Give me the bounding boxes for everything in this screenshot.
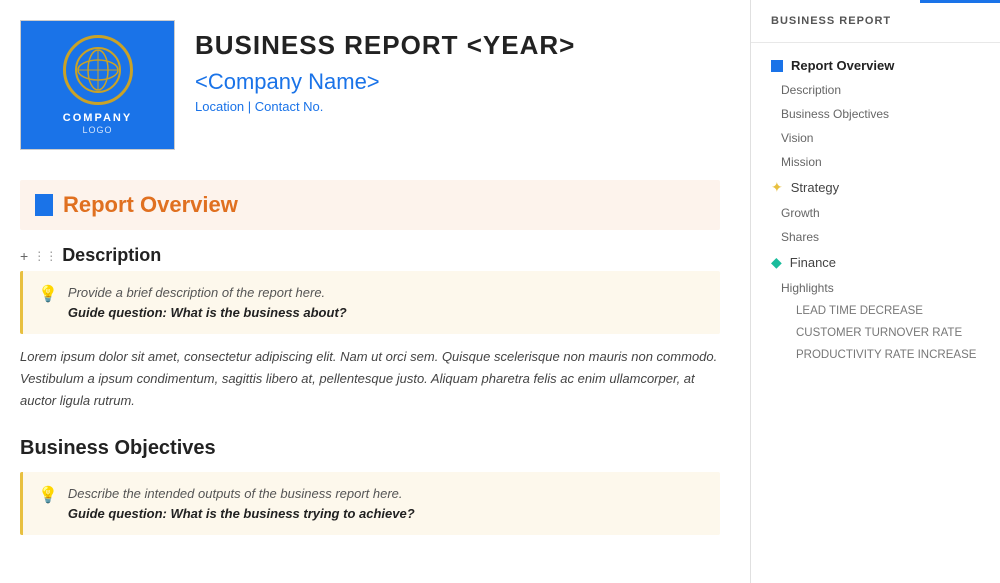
objectives-hint-box: 💡 Describe the intended outputs of the b…	[20, 472, 720, 535]
sidebar-item-vision[interactable]: Vision	[751, 126, 1000, 150]
company-location: Location | Contact No.	[195, 99, 575, 114]
bulb-icon-2: 💡	[38, 485, 58, 505]
strategy-nav-icon: ✦	[771, 179, 783, 196]
top-accent-border	[920, 0, 1000, 3]
sidebar-title: BUSINESS REPORT	[751, 15, 1000, 43]
drag-handle[interactable]: ⋮⋮	[33, 249, 57, 263]
logo-company-text: COMPANY	[63, 111, 132, 125]
sidebar-label-shares: Shares	[781, 230, 819, 244]
sidebar-item-productivity[interactable]: PRODUCTIVITY RATE INCREASE	[751, 344, 1000, 366]
header-info: BUSINESS REPORT <YEAR> <Company Name> Lo…	[195, 20, 575, 114]
report-title: BUSINESS REPORT <YEAR>	[195, 30, 575, 61]
sidebar-item-strategy[interactable]: ✦ Strategy	[751, 174, 1000, 201]
hint-line1: Provide a brief description of the repor…	[68, 283, 347, 303]
sidebar-item-report-overview[interactable]: Report Overview	[751, 53, 1000, 78]
sidebar-item-finance[interactable]: ◆ Finance	[751, 249, 1000, 276]
bulb-icon: 💡	[38, 284, 58, 304]
sidebar-label-business-objectives: Business Objectives	[781, 107, 889, 121]
sidebar-label-description: Description	[781, 83, 841, 97]
objectives-hint-content: 💡 Describe the intended outputs of the b…	[38, 484, 705, 523]
report-overview-header: Report Overview	[20, 180, 720, 230]
sidebar-label-highlights: Highlights	[781, 281, 834, 295]
sidebar-label-growth: Growth	[781, 206, 820, 220]
sidebar-item-shares[interactable]: Shares	[751, 225, 1000, 249]
company-logo: COMPANY LOGO	[20, 20, 175, 150]
sidebar-item-mission[interactable]: Mission	[751, 150, 1000, 174]
sidebar-item-lead-time[interactable]: LEAD TIME DECREASE	[751, 300, 1000, 322]
description-heading: Description	[62, 245, 161, 266]
sidebar-label-report-overview: Report Overview	[791, 58, 894, 73]
sidebar-label-finance: Finance	[790, 255, 836, 270]
sidebar-label-lead-time: LEAD TIME DECREASE	[796, 305, 923, 317]
description-hint-box: 💡 Provide a brief description of the rep…	[20, 271, 720, 334]
main-content: COMPANY LOGO BUSINESS REPORT <YEAR> <Com…	[0, 0, 750, 583]
sidebar-label-vision: Vision	[781, 131, 813, 145]
logo-circle	[63, 35, 133, 105]
logo-svg	[73, 45, 123, 95]
objectives-block: Business Objectives 💡 Describe the inten…	[20, 437, 720, 535]
sidebar-item-growth[interactable]: Growth	[751, 201, 1000, 225]
hint-content: 💡 Provide a brief description of the rep…	[38, 283, 705, 322]
finance-nav-icon: ◆	[771, 254, 782, 271]
sidebar-label-customer-turnover: CUSTOMER TURNOVER RATE	[796, 327, 962, 339]
objectives-hint-line1: Describe the intended outputs of the bus…	[68, 484, 415, 504]
sidebar: BUSINESS REPORT Report Overview Descript…	[750, 0, 1000, 583]
objectives-hint-text-wrapper: Describe the intended outputs of the bus…	[68, 484, 415, 523]
company-name: <Company Name>	[195, 69, 575, 95]
sidebar-label-productivity: PRODUCTIVITY RATE INCREASE	[796, 349, 976, 361]
sidebar-item-highlights[interactable]: Highlights	[751, 276, 1000, 300]
objectives-heading: Business Objectives	[20, 437, 720, 460]
hint-line2: Guide question: What is the business abo…	[68, 303, 347, 323]
sidebar-label-strategy: Strategy	[791, 180, 839, 195]
sidebar-item-business-objectives[interactable]: Business Objectives	[751, 102, 1000, 126]
add-section-button[interactable]: +	[20, 248, 28, 264]
description-block: + ⋮⋮ Description 💡 Provide a brief descr…	[20, 245, 720, 412]
description-body-text: Lorem ipsum dolor sit amet, consectetur …	[20, 346, 720, 412]
logo-sub-text: LOGO	[82, 125, 112, 135]
overview-icon	[35, 194, 53, 216]
page-header: COMPANY LOGO BUSINESS REPORT <YEAR> <Com…	[20, 20, 720, 150]
sidebar-item-description[interactable]: Description	[751, 78, 1000, 102]
hint-text-wrapper: Provide a brief description of the repor…	[68, 283, 347, 322]
overview-nav-icon	[771, 60, 783, 72]
objectives-hint-line2: Guide question: What is the business try…	[68, 504, 415, 524]
overview-title: Report Overview	[63, 192, 238, 218]
sidebar-item-customer-turnover[interactable]: CUSTOMER TURNOVER RATE	[751, 322, 1000, 344]
sidebar-label-mission: Mission	[781, 155, 822, 169]
description-controls: + ⋮⋮ Description	[20, 245, 720, 266]
